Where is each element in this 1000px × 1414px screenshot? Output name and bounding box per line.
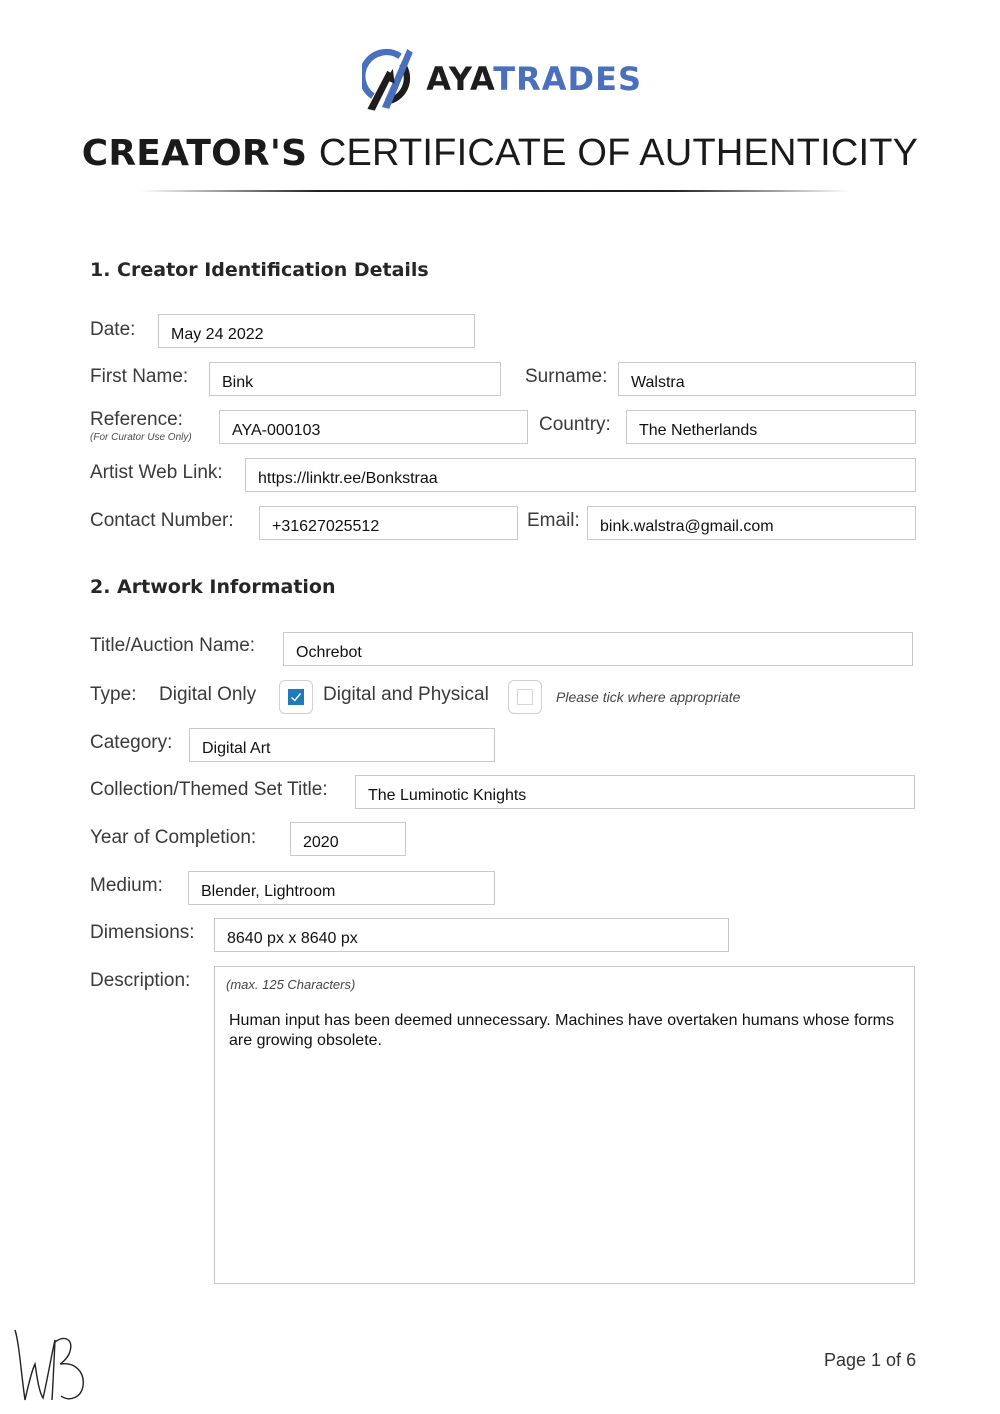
signature-icon	[14, 1329, 84, 1401]
surname-label: Surname:	[525, 366, 608, 387]
description-text: Human input has been deemed unnecessary.…	[229, 1012, 894, 1049]
empty-box-icon	[517, 689, 533, 705]
email-label: Email:	[527, 510, 580, 531]
medium-field[interactable]: Blender, Lightroom	[188, 871, 495, 905]
section1-heading: 1. Creator Identification Details	[90, 259, 429, 281]
page-number: Page 1 of 6	[824, 1350, 917, 1370]
ayatrades-logo: AYATRADES	[362, 40, 642, 116]
title-divider	[140, 190, 850, 192]
web-link-label: Artist Web Link:	[90, 462, 223, 483]
year-field[interactable]: 2020	[290, 822, 406, 856]
page-title: CREATOR'S CERTIFICATE OF AUTHENTICITY	[0, 132, 1000, 175]
year-label: Year of Completion:	[90, 827, 257, 848]
country-field[interactable]: The Netherlands	[626, 410, 916, 444]
type-hint: Please tick where appropriate	[556, 689, 741, 705]
contact-field[interactable]: +31627025512	[259, 506, 518, 540]
date-field[interactable]: May 24 2022	[158, 314, 475, 348]
check-icon	[288, 689, 304, 705]
category-label: Category:	[90, 732, 173, 753]
medium-label: Medium:	[90, 875, 163, 896]
type-label: Type:	[90, 684, 137, 705]
title-label: Title/Auction Name:	[90, 635, 256, 656]
title-bold: CREATOR'S	[81, 133, 308, 174]
web-link-field[interactable]: https://linktr.ee/Bonkstraa	[245, 458, 916, 492]
ayatrades-logo-icon	[362, 48, 413, 111]
collection-field[interactable]: The Luminotic Knights	[355, 775, 915, 809]
surname-field[interactable]: Walstra	[618, 362, 916, 396]
category-field[interactable]: Digital Art	[189, 728, 495, 762]
country-label: Country:	[539, 414, 611, 435]
title-field[interactable]: Ochrebot	[283, 632, 913, 666]
digital-only-checkbox[interactable]	[279, 680, 313, 714]
reference-sublabel: (For Curator Use Only)	[90, 432, 192, 443]
brand-name: AYATRADES	[426, 60, 642, 98]
section2-heading: 2. Artwork Information	[90, 576, 336, 598]
contact-label: Contact Number:	[90, 510, 234, 531]
first-name-field[interactable]: Bink	[209, 362, 501, 396]
title-light: CERTIFICATE OF AUTHENTICITY	[318, 132, 919, 174]
digital-physical-checkbox[interactable]	[508, 680, 542, 714]
email-field[interactable]: bink.walstra@gmail.com	[587, 506, 916, 540]
description-label: Description:	[90, 970, 191, 991]
dimensions-field[interactable]: 8640 px x 8640 px	[214, 918, 729, 952]
type-option-digital-only-label: Digital Only	[159, 684, 257, 705]
date-label: Date:	[90, 319, 136, 340]
dimensions-label: Dimensions:	[90, 922, 195, 943]
first-name-label: First Name:	[90, 366, 189, 387]
reference-field[interactable]: AYA-000103	[219, 410, 528, 444]
description-field[interactable]: (max. 125 Characters) Human input has be…	[214, 966, 915, 1284]
reference-label: Reference:	[90, 409, 183, 430]
type-option-digital-physical-label: Digital and Physical	[323, 684, 489, 705]
description-hint: (max. 125 Characters)	[226, 977, 356, 992]
collection-label: Collection/Themed Set Title:	[90, 779, 328, 800]
